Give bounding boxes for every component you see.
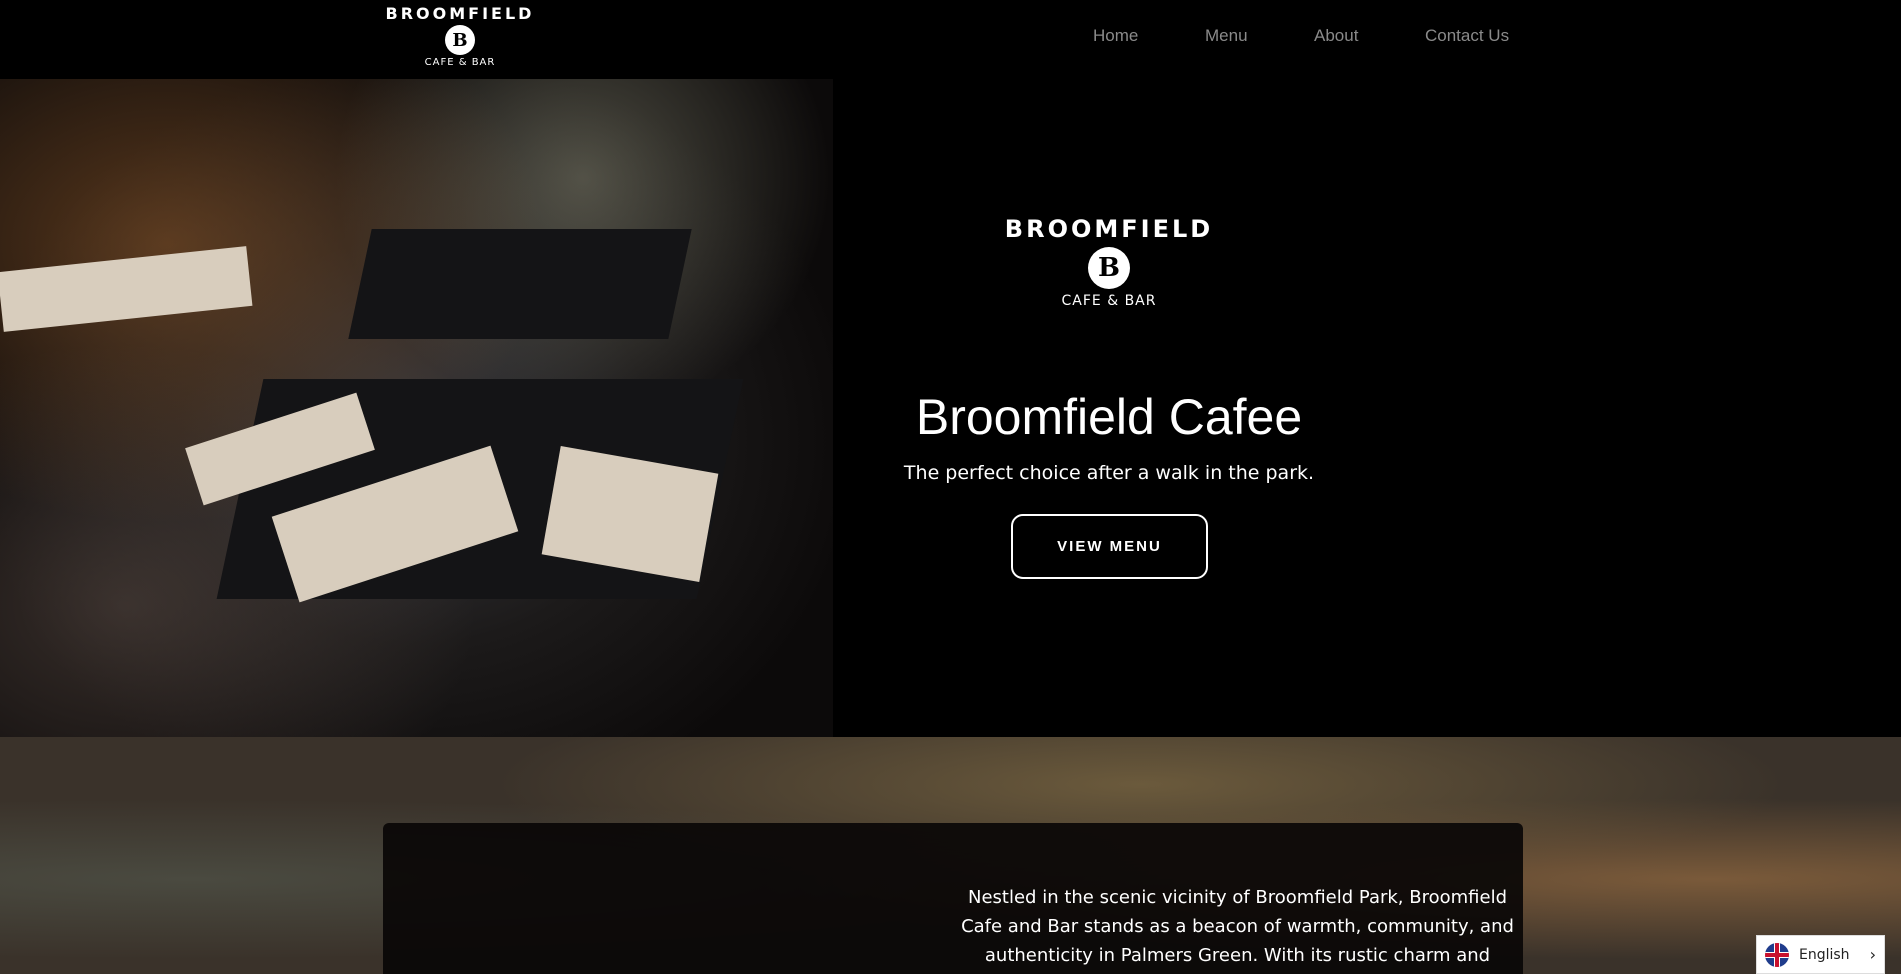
language-label: English	[1799, 946, 1850, 963]
about-line: Nestled in the scenic vicinity of Broomf…	[968, 887, 1507, 908]
uk-flag-icon	[1765, 942, 1789, 967]
hero-logo: BROOMFIELD B CAFE & BAR	[1000, 215, 1218, 309]
about-line: authenticity in Palmers Green. With its …	[984, 945, 1491, 966]
language-switcher[interactable]: English ›	[1756, 935, 1885, 974]
nav-menu[interactable]: Menu	[1205, 26, 1248, 46]
chevron-right-icon: ›	[1869, 945, 1876, 964]
nav-home[interactable]: Home	[1093, 26, 1138, 46]
logo-wordmark: BROOMFIELD	[385, 4, 535, 23]
hero-logo-badge: B	[1088, 247, 1130, 289]
nav-about[interactable]: About	[1314, 26, 1358, 46]
view-menu-button[interactable]: VIEW MENU	[1011, 514, 1208, 579]
hero-subtitle: The perfect choice after a walk in the p…	[903, 462, 1315, 484]
site-header: BROOMFIELD B CAFE & BAR Home Menu About …	[0, 0, 1901, 79]
header-logo[interactable]: BROOMFIELD B CAFE & BAR	[382, 4, 538, 68]
hero-logo-wordmark: BROOMFIELD	[1004, 215, 1214, 243]
nav-contact-us[interactable]: Contact Us	[1425, 26, 1509, 46]
logo-badge: B	[445, 25, 475, 55]
about-text: Nestled in the scenic vicinity of Broomf…	[960, 883, 1515, 970]
logo-tagline: CAFE & BAR	[424, 57, 496, 68]
cafe-interior-photo	[0, 79, 833, 737]
about-line: Cafe and Bar stands as a beacon of warmt…	[961, 916, 1514, 937]
hero-title: Broomfield Cafee	[915, 389, 1303, 445]
hero-logo-tagline: CAFE & BAR	[1061, 293, 1157, 309]
